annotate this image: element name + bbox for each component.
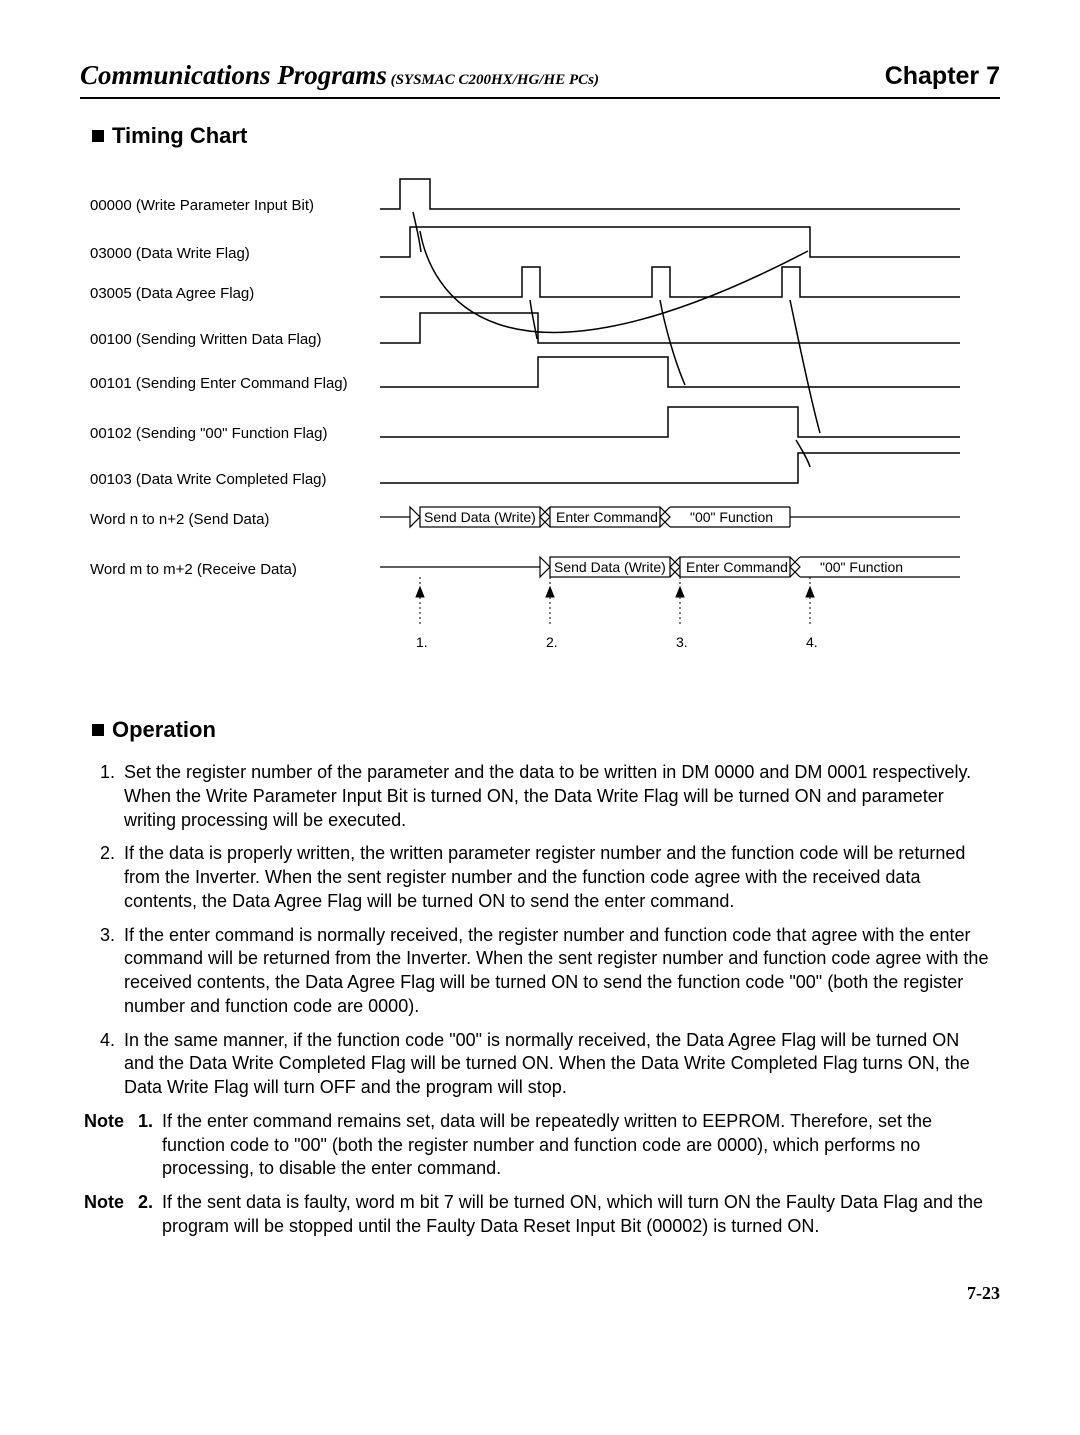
operation-item: 4. In the same manner, if the function c… <box>100 1029 990 1100</box>
recv-box-1: Enter Command <box>686 559 788 575</box>
marker-3: 3. <box>676 634 688 650</box>
bullet-icon <box>92 130 104 142</box>
header-title-sub: (SYSMAC C200HX/HG/HE PCs) <box>387 72 599 88</box>
note-item: Note 1. If the enter command remains set… <box>84 1110 990 1181</box>
timing-chart-svg: Send Data (Write) Enter Command "00" Fun… <box>90 167 970 687</box>
note-text: If the sent data is faulty, word m bit 7… <box>162 1191 990 1239</box>
operation-item: 3. If the enter command is normally rece… <box>100 924 990 1019</box>
note-number: 1. <box>138 1110 162 1181</box>
header-title-main: Communications Programs <box>80 60 387 90</box>
note-item: Note 2. If the sent data is faulty, word… <box>84 1191 990 1239</box>
bullet-icon <box>92 724 104 736</box>
operation-number: 1. <box>100 761 124 832</box>
page-header: Communications Programs (SYSMAC C200HX/H… <box>80 60 1000 99</box>
operation-number: 3. <box>100 924 124 1019</box>
operation-text: If the enter command is normally receive… <box>124 924 990 1019</box>
operation-text: If the data is properly written, the wri… <box>124 842 990 913</box>
section-timing-chart: Timing Chart <box>92 123 1000 149</box>
section-operation: Operation <box>92 717 1000 743</box>
section-timing-chart-label: Timing Chart <box>112 123 247 148</box>
operation-text: In the same manner, if the function code… <box>124 1029 990 1100</box>
header-chapter: Chapter 7 <box>885 62 1000 91</box>
marker-1: 1. <box>416 634 428 650</box>
note-number: 2. <box>138 1191 162 1239</box>
operation-item: 1. Set the register number of the parame… <box>100 761 990 832</box>
recv-box-0: Send Data (Write) <box>554 559 666 575</box>
header-left: Communications Programs (SYSMAC C200HX/H… <box>80 60 599 91</box>
marker-4: 4. <box>806 634 818 650</box>
send-box-2: "00" Function <box>690 509 773 525</box>
send-box-1: Enter Command <box>556 509 658 525</box>
operation-text: Set the register number of the parameter… <box>124 761 990 832</box>
operation-body: 1. Set the register number of the parame… <box>80 761 1000 1239</box>
recv-box-2: "00" Function <box>820 559 903 575</box>
note-text: If the enter command remains set, data w… <box>162 1110 990 1181</box>
note-label: Note <box>84 1191 138 1239</box>
operation-number: 2. <box>100 842 124 913</box>
send-box-0: Send Data (Write) <box>424 509 536 525</box>
section-operation-label: Operation <box>112 717 216 742</box>
operation-item: 2. If the data is properly written, the … <box>100 842 990 913</box>
note-label: Note <box>84 1110 138 1181</box>
operation-number: 4. <box>100 1029 124 1100</box>
page-number: 7-23 <box>80 1283 1000 1304</box>
marker-2: 2. <box>546 634 558 650</box>
timing-chart: 00000 (Write Parameter Input Bit) 03000 … <box>90 167 970 687</box>
